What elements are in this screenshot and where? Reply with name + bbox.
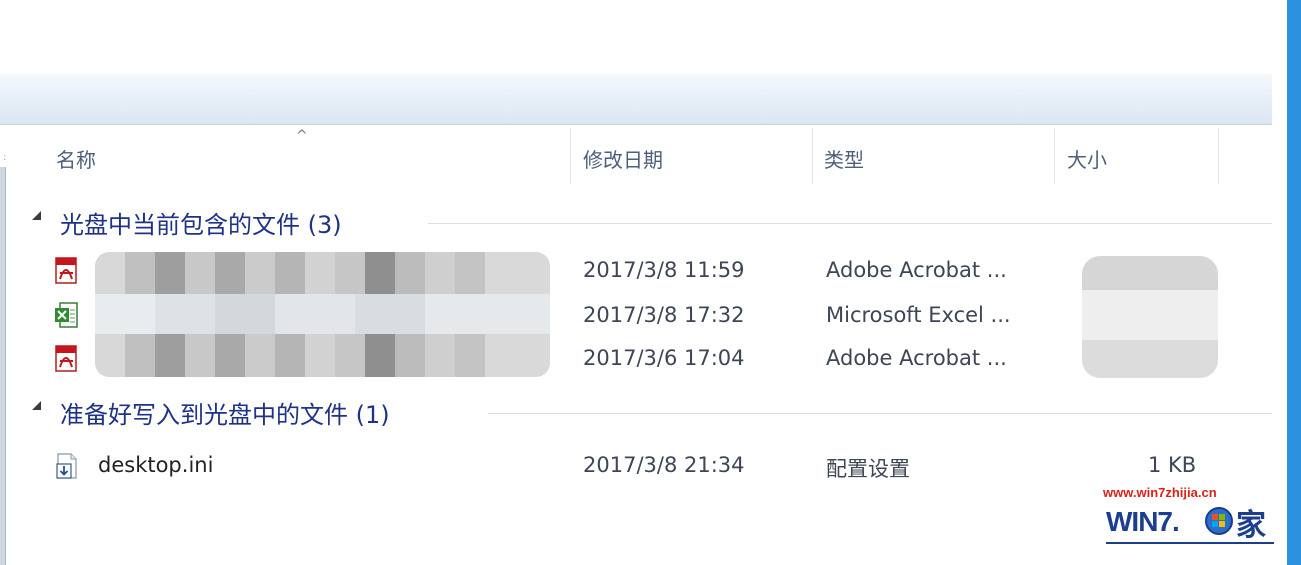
column-header-name[interactable]: 名称: [56, 144, 96, 173]
column-divider[interactable]: [812, 128, 813, 184]
win7-logo: WIN7. 家: [1106, 502, 1276, 550]
pdf-icon: [55, 257, 77, 284]
group-header-current-files[interactable]: 光盘中当前包含的文件 (3): [0, 203, 1272, 243]
redacted-file-names: [95, 252, 550, 377]
column-header-modified[interactable]: 修改日期: [583, 144, 663, 173]
group-divider: [488, 413, 1272, 414]
file-type: 配置设置: [826, 457, 910, 481]
pdf-icon: [55, 345, 77, 372]
file-modified: 2017/3/8 11:59: [583, 258, 745, 282]
logo-underline: [1106, 542, 1274, 544]
file-row[interactable]: desktop.ini 2017/3/8 21:34 配置设置 1 KB: [0, 452, 1272, 482]
column-divider[interactable]: [1054, 128, 1055, 184]
watermark-url: www.win7zhijia.cn: [1103, 485, 1217, 500]
window-border: [1287, 0, 1301, 565]
group-title: 准备好写入到光盘中的文件 (1): [60, 401, 390, 429]
file-modified: 2017/3/6 17:04: [583, 346, 745, 370]
file-type: Adobe Acrobat ...: [826, 258, 1007, 282]
sort-ascending-icon: ^: [296, 128, 308, 144]
column-header-row: ^ 名称 修改日期 类型 大小: [0, 128, 1272, 184]
explorer-toolbar: [0, 74, 1272, 125]
redacted-file-sizes: [1082, 256, 1218, 378]
ini-settings-icon: [56, 453, 77, 479]
logo-char: 家: [1236, 508, 1266, 543]
group-title: 光盘中当前包含的文件 (3): [60, 211, 342, 239]
file-type: Microsoft Excel ...: [826, 303, 1011, 327]
group-divider: [428, 223, 1272, 224]
column-divider[interactable]: [1218, 128, 1219, 184]
windows-orb-icon: [1205, 507, 1233, 535]
collapse-triangle-icon[interactable]: [32, 401, 41, 410]
excel-icon: [55, 302, 78, 328]
logo-text: WIN7.: [1106, 506, 1180, 537]
column-header-size[interactable]: 大小: [1067, 144, 1107, 173]
column-header-type[interactable]: 类型: [824, 144, 864, 173]
file-modified: 2017/3/8 17:32: [583, 303, 745, 327]
group-header-ready-files[interactable]: 准备好写入到光盘中的文件 (1): [0, 393, 1272, 433]
file-size: 1 KB: [1148, 453, 1197, 477]
collapse-triangle-icon[interactable]: [32, 211, 41, 220]
file-modified: 2017/3/8 21:34: [583, 453, 745, 477]
column-divider[interactable]: [570, 128, 571, 184]
file-type: Adobe Acrobat ...: [826, 346, 1007, 370]
file-name[interactable]: desktop.ini: [98, 453, 213, 477]
